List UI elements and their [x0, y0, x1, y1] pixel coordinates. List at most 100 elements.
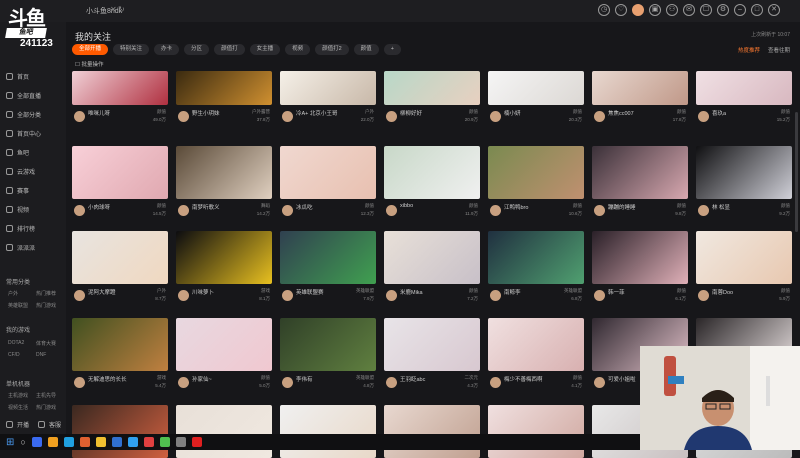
stream-thumbnail[interactable] — [384, 231, 480, 284]
streamer-name[interactable]: 孙家仙~ — [192, 375, 212, 383]
stream-card[interactable]: 柳柳好好 颜值 20.9万 — [384, 71, 480, 128]
streamer-avatar[interactable] — [282, 377, 293, 388]
stream-thumbnail[interactable] — [176, 71, 272, 105]
taskbar-app-icon[interactable] — [127, 437, 138, 447]
message-icon[interactable]: ✉ — [683, 4, 695, 16]
sidebar-sub-link[interactable]: 体育大赛 — [36, 340, 56, 347]
sidebar-item[interactable]: 视频 — [6, 205, 29, 214]
user-avatar[interactable] — [632, 4, 644, 16]
streamer-name[interactable]: 楠小妍 — [504, 109, 521, 117]
streamer-name[interactable]: 梅少不善梅西啊 — [504, 375, 543, 383]
stream-thumbnail[interactable] — [280, 71, 376, 105]
stream-card[interactable]: 川味萝卜 游戏 8.1万 — [176, 231, 272, 307]
tab-close-icon[interactable]: ✕ — [110, 5, 117, 14]
stream-thumbnail[interactable] — [176, 146, 272, 199]
task-icon[interactable]: ☐ — [700, 4, 712, 16]
filter-chip[interactable]: 办卡 — [154, 44, 180, 55]
sidebar-item[interactable]: 首页 — [6, 72, 29, 81]
filter-chip[interactable]: 颜值打2 — [315, 44, 349, 55]
filter-chip[interactable]: 分区 — [184, 44, 210, 55]
taskbar-app-icon[interactable] — [191, 437, 202, 447]
stream-thumbnail[interactable] — [72, 71, 168, 105]
streamer-name[interactable]: 米鹿Mika — [400, 288, 423, 296]
streamer-avatar[interactable] — [698, 290, 709, 301]
streamer-name[interactable]: 韩一菲 — [608, 288, 625, 296]
stream-card[interactable]: 泥阿大摩蹬 户外 8.7万 — [72, 231, 168, 307]
windows-start-icon[interactable]: ⊞ — [6, 437, 14, 448]
streamer-avatar[interactable] — [386, 111, 397, 122]
streamer-avatar[interactable] — [594, 205, 605, 216]
stream-card[interactable]: 林 松显 颜值 9.2万 — [696, 146, 792, 222]
gift-icon[interactable]: ▣ — [649, 4, 661, 16]
sidebar-sub-link[interactable]: DOTA2 — [8, 340, 24, 346]
stream-card[interactable]: 唯咪儿呀 颜值 49.0万 — [72, 71, 168, 128]
streamer-avatar[interactable] — [698, 111, 709, 122]
maximize-icon[interactable]: □ — [751, 4, 763, 16]
stream-card[interactable]: xibbo 颜值 11.9万 — [384, 146, 480, 222]
stream-thumbnail[interactable] — [488, 71, 584, 105]
favorite-icon[interactable]: ♡ — [615, 4, 627, 16]
stream-card[interactable]: 楠小妍 颜值 20.3万 — [488, 71, 584, 128]
stream-card[interactable]: 梅少不善梅西啊 颜值 4.1万 — [488, 318, 584, 394]
stream-card[interactable]: 孙家仙~ 颜值 5.0万 — [176, 318, 272, 394]
sidebar-section[interactable]: 常用分类 — [6, 277, 30, 286]
stream-card[interactable] — [488, 405, 584, 458]
sidebar-sub-link[interactable]: DNF — [36, 352, 46, 358]
sidebar-item[interactable]: 赛事 — [6, 186, 29, 195]
taskbar-app-icon[interactable] — [111, 437, 122, 447]
streamer-avatar[interactable] — [386, 377, 397, 388]
batch-operate-button[interactable]: ☐ 批量操作 — [75, 60, 103, 68]
minimize-icon[interactable]: – — [734, 4, 746, 16]
streamer-name[interactable]: 柳柳好好 — [400, 109, 422, 117]
streamer-name[interactable]: 冰瓜吃 — [296, 203, 313, 211]
add-filter-button[interactable]: + — [383, 44, 401, 55]
streamer-name[interactable]: 南梦听歌义 — [192, 203, 220, 211]
stream-thumbnail[interactable] — [280, 405, 376, 458]
stream-card[interactable] — [176, 405, 272, 458]
sidebar-sub-link[interactable]: 热门游戏 — [36, 302, 56, 309]
stream-thumbnail[interactable] — [280, 231, 376, 284]
filter-chip[interactable]: 颜值 — [353, 44, 379, 55]
streamer-name[interactable]: 南蓉Doo — [712, 288, 733, 296]
stream-thumbnail[interactable] — [384, 318, 480, 371]
streamer-name[interactable]: 南鲸李 — [504, 288, 521, 296]
stream-card[interactable] — [72, 405, 168, 458]
streamer-avatar[interactable] — [490, 377, 501, 388]
taskbar-app-icon[interactable] — [159, 437, 170, 447]
sidebar-item[interactable]: 派派派 — [6, 243, 35, 252]
stream-thumbnail[interactable] — [72, 318, 168, 371]
streamer-name[interactable]: 川味萝卜 — [192, 288, 214, 296]
hot-recommend-link[interactable]: 热度推荐 — [738, 46, 760, 54]
streamer-avatar[interactable] — [178, 205, 189, 216]
sidebar-sub-link[interactable]: 热门推荐 — [36, 290, 56, 297]
stream-card[interactable]: 南蓉Doo 颜值 5.9万 — [696, 231, 792, 307]
streamer-avatar[interactable] — [74, 111, 85, 122]
sidebar-item[interactable]: 全部分类 — [6, 110, 41, 119]
streamer-name[interactable]: 林 松显 — [712, 203, 730, 211]
streamer-avatar[interactable] — [386, 290, 397, 301]
streamer-name[interactable]: 无解迪思的长长 — [88, 375, 127, 383]
sidebar-section[interactable]: 单机机器 — [6, 379, 30, 388]
sidebar-item[interactable]: 全部直播 — [6, 91, 41, 100]
streamer-avatar[interactable] — [178, 290, 189, 301]
past-link[interactable]: 查看往期 — [768, 46, 790, 54]
stream-thumbnail[interactable] — [72, 146, 168, 199]
streamer-avatar[interactable] — [282, 205, 293, 216]
stream-card[interactable]: 南鲸李 英雄联盟 6.8万 — [488, 231, 584, 307]
streamer-avatar[interactable] — [490, 205, 501, 216]
sidebar-footer-service[interactable]: 客服 — [38, 420, 61, 429]
streamer-name[interactable]: 冷A+ 北京小王哥 — [296, 109, 337, 117]
sidebar-sub-link[interactable]: CF/D — [8, 352, 20, 358]
taskbar-app-icon[interactable] — [63, 437, 74, 447]
streamer-avatar[interactable] — [74, 205, 85, 216]
shirt-icon[interactable]: ⚇ — [666, 4, 678, 16]
taskbar-app-icon[interactable] — [175, 437, 186, 447]
streamer-name[interactable]: 唯咪儿呀 — [88, 109, 110, 117]
stream-thumbnail[interactable] — [488, 146, 584, 199]
stream-thumbnail[interactable] — [592, 146, 688, 199]
streamer-name[interactable]: 焦焦cc007 — [608, 109, 634, 117]
taskbar-app-icon[interactable] — [95, 437, 106, 447]
stream-thumbnail[interactable] — [488, 318, 584, 371]
streamer-name[interactable]: 蹦蹦的睡睡 — [608, 203, 636, 211]
filter-chip[interactable]: 视频 — [285, 44, 311, 55]
